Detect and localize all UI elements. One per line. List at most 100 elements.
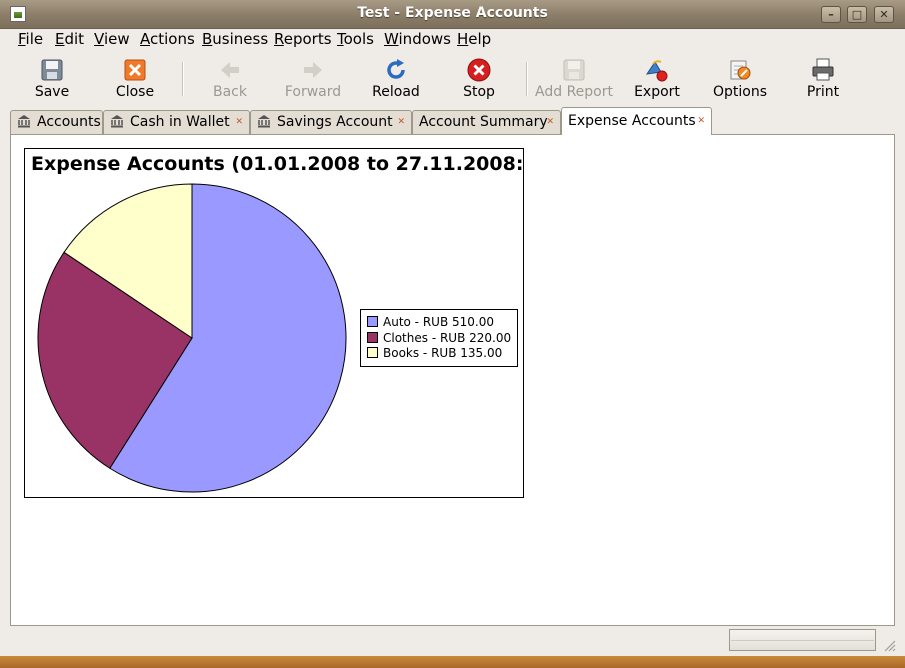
menu-edit-label: dit [64, 30, 85, 48]
export-icon [645, 58, 669, 82]
menu-windows[interactable]: Windows [384, 30, 451, 48]
menu-reports-label: eports [283, 30, 332, 48]
back-label: Back [213, 84, 247, 100]
toolbar-separator [182, 62, 184, 96]
save-label: Save [34, 84, 70, 100]
add-report-label: Add Report [535, 84, 613, 100]
close-button[interactable]: Close [95, 52, 175, 102]
menu-reports[interactable]: Reports [274, 30, 332, 48]
tab-cash-in-wallet[interactable]: Cash in Wallet ✕ [103, 110, 250, 134]
menu-help-label: elp [468, 30, 492, 48]
tab-expense-accounts-label: Expense Accounts [568, 113, 696, 129]
window-title: Test - Expense Accounts [357, 5, 548, 21]
export-label: Export [634, 84, 680, 100]
tab-account-summary[interactable]: Account Summary ✕ [412, 110, 561, 134]
menu-file-mnemonic: F [18, 30, 26, 48]
status-bar [0, 626, 905, 656]
menu-actions-label: ctions [150, 30, 195, 48]
menu-tools[interactable]: Tools [337, 30, 374, 48]
legend-swatch [367, 331, 378, 343]
legend-label: Clothes - RUB 220.00 [383, 330, 512, 345]
tab-close-icon[interactable]: ✕ [546, 111, 554, 133]
menu-windows-mnemonic: W [384, 30, 399, 48]
chart-legend: Auto - RUB 510.00 Clothes - RUB 220.00 Boo… [360, 309, 518, 367]
resize-grip-icon[interactable] [882, 638, 896, 652]
options-button[interactable]: Options [700, 52, 780, 102]
menu-help-mnemonic: H [457, 30, 469, 48]
reload-button[interactable]: Reload [356, 52, 436, 102]
reload-label: Reload [372, 84, 420, 100]
stop-icon [467, 58, 491, 82]
desktop-background [0, 656, 905, 668]
back-button[interactable]: Back [190, 52, 270, 102]
toolbar: Save Close Back Forward Reload Stop Add … [0, 52, 905, 104]
title-bar[interactable]: Test - Expense Accounts – □ ✕ [0, 0, 905, 29]
forward-button[interactable]: Forward [273, 52, 353, 102]
tab-expense-accounts[interactable]: Expense Accounts ✕ [561, 107, 712, 135]
chart-title: Expense Accounts (01.01.2008 to 27.11.20… [31, 153, 524, 175]
menu-file-label: ile [25, 30, 44, 48]
options-icon [728, 58, 752, 82]
legend-label: Books - RUB 135.00 [383, 346, 503, 360]
close-label: Close [115, 84, 155, 100]
add-report-button[interactable]: Add Report [534, 52, 614, 102]
stop-label: Stop [463, 84, 495, 100]
menu-business-label: usiness [212, 30, 269, 48]
menu-tools-label: ools [343, 30, 374, 48]
bank-icon [110, 113, 124, 128]
reload-icon [384, 58, 408, 82]
close-window-button[interactable]: ✕ [874, 6, 894, 23]
minimize-button[interactable]: – [821, 6, 841, 23]
tab-accounts-label: Accounts [37, 114, 101, 130]
legend-item-clothes: Clothes - RUB 220.00 [367, 331, 517, 347]
floppy-disk-icon [562, 58, 586, 82]
toolbar-separator [526, 62, 528, 96]
tab-savings-account-label: Savings Account [277, 114, 393, 130]
tab-close-icon[interactable]: ✕ [235, 111, 243, 133]
progress-bar [729, 629, 876, 651]
tab-close-icon[interactable]: ✕ [697, 108, 705, 134]
menu-file[interactable]: File [18, 30, 43, 48]
print-label: Print [806, 84, 840, 100]
close-x-icon [123, 58, 147, 82]
menu-business-mnemonic: B [202, 30, 213, 48]
legend-item-auto: Auto - RUB 510.00 [367, 315, 517, 331]
legend-item-books: Books - RUB 135.00 [367, 346, 517, 362]
bank-icon [17, 113, 31, 128]
menu-actions-mnemonic: A [140, 30, 150, 48]
options-label: Options [712, 84, 768, 100]
pie-chart: Expense Accounts (01.01.2008 to 27.11.20… [24, 148, 524, 498]
save-button[interactable]: Save [12, 52, 92, 102]
arrow-right-icon [301, 58, 325, 82]
tab-accounts[interactable]: Accounts [10, 110, 103, 134]
tab-savings-account[interactable]: Savings Account ✕ [250, 110, 412, 134]
arrow-left-icon [218, 58, 242, 82]
gnucash-window: Test - Expense Accounts – □ ✕ File Edit … [0, 0, 905, 668]
menu-bar: File Edit View Actions Business Reports … [0, 28, 905, 50]
export-button[interactable]: Export [617, 52, 697, 102]
stop-button[interactable]: Stop [439, 52, 519, 102]
menu-business[interactable]: Business [202, 30, 268, 48]
legend-label: Auto - RUB 510.00 [383, 315, 494, 329]
tab-cash-in-wallet-label: Cash in Wallet [130, 114, 230, 130]
printer-icon [811, 58, 835, 82]
menu-view-label: iew [103, 30, 130, 48]
print-button[interactable]: Print [783, 52, 863, 102]
menu-view[interactable]: View [94, 30, 130, 48]
floppy-disk-icon [40, 58, 64, 82]
menu-tools-mnemonic: T [337, 30, 344, 48]
menu-actions[interactable]: Actions [140, 30, 195, 48]
menu-windows-label: indows [398, 30, 451, 48]
bank-icon [257, 113, 271, 128]
tab-bar: Accounts Cash in Wallet ✕ Savings Accoun… [10, 107, 895, 135]
menu-view-mnemonic: V [94, 30, 104, 48]
menu-help[interactable]: Help [457, 30, 491, 48]
tab-close-icon[interactable]: ✕ [397, 111, 405, 133]
maximize-button[interactable]: □ [847, 6, 867, 23]
menu-edit[interactable]: Edit [55, 30, 84, 48]
legend-swatch [367, 316, 378, 327]
forward-label: Forward [284, 84, 342, 100]
tab-account-summary-label: Account Summary [419, 114, 548, 130]
legend-swatch [367, 347, 378, 358]
menu-reports-mnemonic: R [274, 30, 284, 48]
